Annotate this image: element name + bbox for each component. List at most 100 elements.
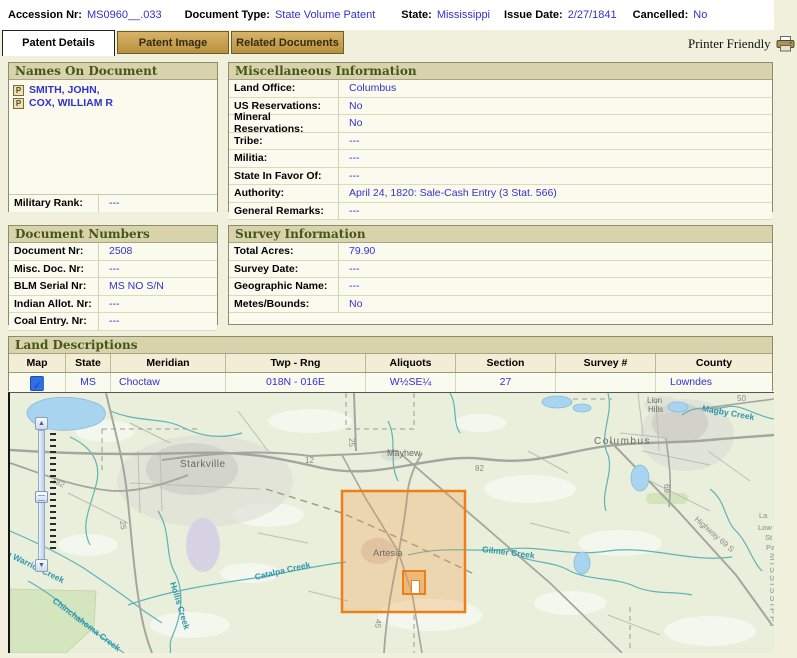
tab-patent-details[interactable]: Patent Details — [2, 30, 115, 56]
names-list: P SMITH, JOHN, P COX, WILLIAM R — [9, 80, 217, 194]
table-row: Mineral Reservations:No — [229, 115, 772, 133]
map-zoom-slider: ▲ ▼ — [35, 417, 57, 573]
map-label-mayhew: Mayhew — [387, 448, 421, 458]
map-label-route-12: 12 — [305, 456, 314, 465]
cancelled-field: Cancelled: No — [633, 9, 708, 21]
table-row: Document Nr:2508 — [9, 243, 217, 261]
col-section: Section — [456, 354, 556, 372]
zoom-in-button[interactable]: ▲ — [35, 417, 48, 430]
table-row: Metes/Bounds:No — [229, 296, 772, 314]
table-row: Coal Entry. Nr:--- — [9, 313, 217, 331]
table-row: Total Acres:79.90 — [229, 243, 772, 261]
state-label: State: — [401, 9, 432, 21]
map-label-columbus: Columbus — [594, 436, 651, 447]
map[interactable]: Starkville Columbus Mayhew Artesia Lion … — [8, 392, 774, 653]
cell-meridian: Choctaw — [111, 373, 226, 392]
map-label-truncated: Low — [758, 523, 772, 532]
accession-field: Accession Nr: MS0960__.033 — [8, 9, 162, 21]
issue-date-field: Issue Date: 2/27/1841 — [504, 9, 617, 21]
patentee-name-link[interactable]: COX, WILLIAM R — [29, 97, 113, 109]
map-label-route-50: 50 — [737, 394, 746, 403]
col-county: County — [656, 354, 772, 372]
names-panel-title: Names On Document — [9, 63, 217, 80]
survey-information-panel: Survey Information Total Acres:79.90 Sur… — [228, 225, 773, 325]
list-item: P SMITH, JOHN, — [13, 84, 213, 96]
zoom-slider-ticks — [50, 433, 56, 551]
page-side-band — [774, 0, 797, 653]
zoom-out-button[interactable]: ▼ — [35, 559, 48, 572]
record-header: Accession Nr: MS0960__.033 Document Type… — [0, 0, 774, 30]
cell-section: 27 — [456, 373, 556, 392]
doctype-value: State Volume Patent — [275, 9, 375, 21]
document-numbers-panel: Document Numbers Document Nr:2508 Misc. … — [8, 225, 218, 325]
printer-friendly-link[interactable]: Printer Friendly — [688, 36, 795, 52]
aliquot-parcel — [412, 581, 420, 594]
patentee-icon[interactable]: P — [13, 85, 24, 96]
col-survey-nr: Survey # — [556, 354, 656, 372]
map-label-route-45: 45 — [373, 619, 383, 629]
zoom-slider-handle[interactable] — [35, 491, 48, 503]
military-rank-row: Military Rank: --- — [9, 194, 217, 212]
survey-panel-title: Survey Information — [229, 226, 772, 243]
land-table-header: Map State Meridian Twp - Rng Aliquots Se… — [9, 354, 772, 373]
table-row: BLM Serial Nr:MS NO S/N — [9, 278, 217, 296]
table-row: Geographic Name:--- — [229, 278, 772, 296]
cell-aliquots: W½SE¼ — [366, 373, 456, 392]
table-row: Authority:April 24, 1820: Sale-Cash Entr… — [229, 185, 772, 203]
misc-information-panel: Miscellaneous Information Land Office:Co… — [228, 62, 773, 212]
cell-survey-nr — [556, 373, 656, 392]
cancelled-value: No — [693, 9, 707, 21]
table-row: State In Favor Of:--- — [229, 168, 772, 186]
patentee-icon[interactable]: P — [13, 98, 24, 109]
military-rank-value: --- — [99, 197, 120, 209]
doctype-field: Document Type: State Volume Patent — [185, 9, 376, 21]
map-label-starkville: Starkville — [180, 459, 226, 470]
map-label-lion: Lion — [647, 396, 662, 405]
names-on-document-panel: Names On Document P SMITH, JOHN, P COX, … — [8, 62, 218, 212]
col-map: Map — [9, 354, 66, 372]
state-value: Mississippi — [437, 9, 490, 21]
printer-icon — [776, 36, 795, 52]
state-field: State: Mississippi — [401, 9, 490, 21]
land-descriptions-panel: Land Descriptions Map State Meridian Twp… — [8, 336, 773, 391]
cell-state: MS — [66, 373, 111, 392]
cancelled-label: Cancelled: — [633, 9, 689, 21]
cell-county: Lowndes — [656, 373, 772, 392]
map-checkbox[interactable]: ✓ — [30, 376, 44, 391]
map-label-route-25-west: 25 — [118, 520, 128, 530]
accession-value: MS0960__.033 — [87, 9, 162, 21]
cell-twp-rng: 018N - 016E — [226, 373, 366, 392]
col-state: State — [66, 354, 111, 372]
tab-related-documents[interactable]: Related Documents — [231, 31, 344, 54]
map-label-truncated: La — [759, 511, 768, 520]
map-label-route-82: 82 — [475, 464, 484, 473]
docnums-panel-title: Document Numbers — [9, 226, 217, 243]
issue-date-label: Issue Date: — [504, 9, 563, 21]
land-description-row: ✓ MS Choctaw 018N - 016E W½SE¼ 27 Lownde… — [9, 373, 772, 392]
table-row: General Remarks:--- — [229, 203, 772, 221]
col-meridian: Meridian — [111, 354, 226, 372]
tab-patent-image[interactable]: Patent Image — [117, 31, 229, 54]
issue-date-value: 2/27/1841 — [568, 9, 617, 21]
table-row: Misc. Doc. Nr:--- — [9, 261, 217, 279]
military-rank-label: Military Rank: — [9, 195, 99, 212]
map-label-route-25-north: 25 — [347, 438, 356, 447]
table-row: Indian Allot. Nr:--- — [9, 296, 217, 314]
map-label-artesia: Artesia — [373, 548, 403, 559]
table-row: Militia:--- — [229, 150, 772, 168]
printer-friendly-label: Printer Friendly — [688, 36, 771, 52]
col-aliquots: Aliquots — [366, 354, 456, 372]
map-label-mississippi: MISSISSIPPI — [768, 553, 774, 629]
map-label-route-69: 69 — [662, 484, 671, 493]
misc-panel-title: Miscellaneous Information — [229, 63, 772, 80]
list-item: P COX, WILLIAM R — [13, 97, 213, 109]
col-twp-rng: Twp - Rng — [226, 354, 366, 372]
table-row: Survey Date:--- — [229, 261, 772, 279]
map-label-hills: Hills — [648, 405, 663, 414]
table-row: Land Office:Columbus — [229, 80, 772, 98]
table-row: Tribe:--- — [229, 133, 772, 151]
doctype-label: Document Type: — [185, 9, 270, 21]
accession-label: Accession Nr: — [8, 9, 82, 21]
map-label-truncated: Pa — [766, 543, 774, 552]
patentee-name-link[interactable]: SMITH, JOHN, — [29, 84, 100, 96]
